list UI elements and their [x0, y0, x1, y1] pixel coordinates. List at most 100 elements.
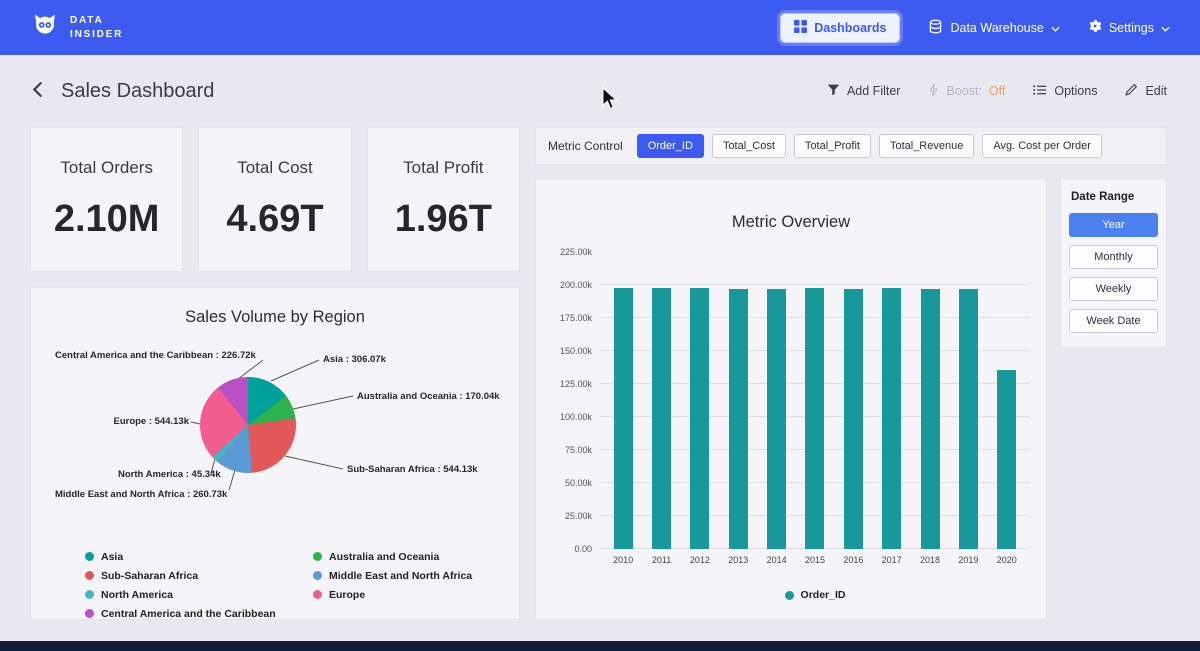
left-column: Total Orders 2.10M Total Cost 4.69T Tota…	[30, 127, 520, 620]
bar-2019	[959, 289, 978, 549]
header-actions: Add Filter Boost: Off Options Edit	[827, 83, 1167, 100]
legend-dot	[85, 590, 94, 599]
kpi-total-cost: Total Cost 4.69T	[198, 127, 351, 272]
legend-label: Asia	[101, 551, 123, 563]
y-tick-label: 100.00k	[560, 412, 592, 422]
x-tick-label: 2011	[642, 555, 680, 565]
top-navigation: Dashboards Data Warehouse	[780, 13, 1170, 43]
bar-2011	[652, 288, 671, 549]
x-tick-label: 2010	[604, 555, 642, 565]
bar-chart-title: Metric Overview	[552, 213, 1030, 232]
x-tick-label: 2016	[834, 555, 872, 565]
pie-label-australia-oceania: Australia and Oceania : 170.04k	[357, 391, 500, 402]
y-tick-label: 75.00k	[565, 445, 592, 455]
y-tick-label: 200.00k	[560, 280, 592, 290]
y-tick-label: 125.00k	[560, 379, 592, 389]
pie-label-north-america: North America : 45.34k	[118, 469, 221, 480]
legend-dot	[85, 571, 94, 580]
x-tick-label: 2020	[988, 555, 1026, 565]
bar-chart-xlabels: 2010201120122013201420152016201720182019…	[600, 555, 1030, 565]
brand: DATA INSIDER	[30, 10, 123, 45]
kpi-value: 4.69T	[226, 198, 323, 241]
chart-row: Metric Overview 225.00k200.00k175.00k150…	[535, 178, 1167, 620]
bar-2016	[844, 289, 863, 549]
kpi-label: Total Profit	[403, 158, 483, 178]
options-button[interactable]: Options	[1033, 84, 1097, 99]
kpi-row: Total Orders 2.10M Total Cost 4.69T Tota…	[30, 127, 520, 272]
right-column: Metric Control Order_ID Total_Cost Total…	[535, 127, 1167, 620]
legend-item-middle-east[interactable]: Middle East and North Africa	[313, 566, 519, 585]
bar-2020	[997, 370, 1016, 549]
back-button[interactable]	[26, 77, 49, 105]
topbar: DATA INSIDER Dashboards Data Warehous	[0, 0, 1200, 55]
options-label: Options	[1054, 84, 1097, 98]
date-range-weekly-button[interactable]: Weekly	[1069, 277, 1158, 301]
brand-line2: INSIDER	[70, 28, 123, 42]
database-icon	[928, 19, 943, 37]
legend-dot	[85, 552, 94, 561]
bar-slot	[604, 252, 642, 549]
bar-slot	[911, 252, 949, 549]
chevron-down-icon	[1161, 21, 1170, 35]
bar-chart-legend[interactable]: Order_ID	[600, 589, 1030, 601]
y-tick-label: 50.00k	[565, 478, 592, 488]
legend-dot	[85, 609, 94, 618]
legend-item-australia-oceania[interactable]: Australia and Oceania	[313, 547, 519, 566]
bar-2015	[805, 288, 824, 549]
chevron-down-icon	[1051, 21, 1060, 35]
bar-chart-plot	[600, 252, 1030, 549]
pie-label-middle-east: Middle East and North Africa : 260.73k	[55, 489, 227, 500]
legend-label: North America	[101, 589, 173, 601]
edit-button[interactable]: Edit	[1125, 83, 1167, 99]
bar-2014	[767, 289, 786, 549]
add-filter-label: Add Filter	[847, 84, 901, 98]
legend-dot	[313, 571, 322, 580]
kpi-label: Total Orders	[60, 158, 153, 178]
legend-item-europe[interactable]: Europe	[313, 585, 519, 604]
lightning-bolt-icon	[928, 83, 939, 100]
metric-option-order-id[interactable]: Order_ID	[637, 134, 704, 158]
dashboard-content: Total Orders 2.10M Total Cost 4.69T Tota…	[0, 127, 1200, 620]
legend-dot	[785, 591, 794, 600]
legend-label: Sub-Saharan Africa	[101, 570, 198, 582]
bar-slot	[719, 252, 757, 549]
legend-item-central-america[interactable]: Central America and the Caribbean	[85, 604, 313, 620]
metric-option-total-cost[interactable]: Total_Cost	[712, 134, 786, 158]
y-tick-label: 25.00k	[565, 511, 592, 521]
bar-chart-card: Metric Overview 225.00k200.00k175.00k150…	[535, 178, 1047, 620]
metric-option-total-profit[interactable]: Total_Profit	[794, 134, 871, 158]
x-tick-label: 2018	[911, 555, 949, 565]
date-range-label: Date Range	[1071, 191, 1158, 203]
pie-legend: Asia Sub-Saharan Africa North America Ce…	[85, 547, 519, 620]
nav-settings-label: Settings	[1109, 21, 1154, 35]
legend-item-asia[interactable]: Asia	[85, 547, 313, 566]
bar-chart-yaxis: 225.00k200.00k175.00k150.00k125.00k100.0…	[552, 252, 600, 549]
add-filter-button[interactable]: Add Filter	[827, 83, 901, 99]
bar-2010	[614, 288, 633, 549]
x-tick-label: 2013	[719, 555, 757, 565]
brand-text: DATA INSIDER	[70, 14, 123, 41]
legend-label: Middle East and North Africa	[329, 570, 472, 582]
legend-item-north-america[interactable]: North America	[85, 585, 313, 604]
legend-label: Order_ID	[801, 589, 846, 601]
legend-item-sub-saharan-africa[interactable]: Sub-Saharan Africa	[85, 566, 313, 585]
nav-data-warehouse-button[interactable]: Data Warehouse	[928, 19, 1059, 37]
boost-value: Off	[989, 84, 1005, 98]
pie-circle	[200, 377, 296, 473]
metric-option-total-revenue[interactable]: Total_Revenue	[879, 134, 974, 158]
bar-slot	[757, 252, 795, 549]
metric-option-avg-cost-per-order[interactable]: Avg. Cost per Order	[982, 134, 1102, 158]
date-range-monthly-button[interactable]: Monthly	[1069, 245, 1158, 269]
nav-dashboards-label: Dashboards	[814, 21, 886, 35]
date-range-year-button[interactable]: Year	[1069, 213, 1158, 237]
bar-slot	[988, 252, 1026, 549]
bar-2013	[729, 289, 748, 549]
owl-logo-icon	[30, 10, 60, 45]
nav-settings-button[interactable]: Settings	[1088, 19, 1170, 36]
date-range-week-date-button[interactable]: Week Date	[1069, 309, 1158, 333]
kpi-total-profit: Total Profit 1.96T	[367, 127, 520, 272]
pie-label-europe: Europe : 544.13k	[89, 416, 189, 427]
bar-chart-plot-column: 2010201120122013201420152016201720182019…	[600, 252, 1030, 601]
pie-label-central-america: Central America and the Caribbean : 226.…	[55, 350, 256, 361]
nav-dashboards-button[interactable]: Dashboards	[780, 13, 900, 43]
